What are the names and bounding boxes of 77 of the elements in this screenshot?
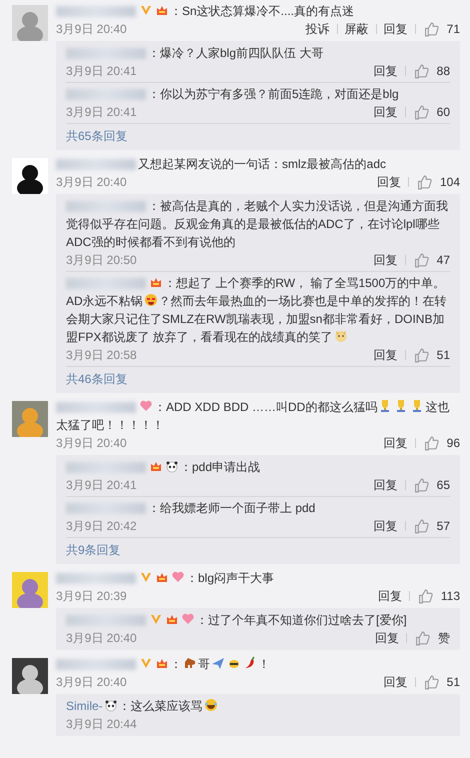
timestamp: 3月9日 20:40 (56, 674, 127, 690)
like-count: 51 (446, 675, 460, 689)
action-link[interactable]: 回复 (374, 252, 398, 268)
comment-text: ：被高估是真的，老贼个人实力没话说，但是沟通方面我觉得似乎存在问题。反观金角真的是最被低估的ADC了，在讨论lpl哪些ADC强的时候都看不到有说他的 (66, 198, 449, 251)
thumbs-up-icon[interactable] (414, 478, 429, 492)
comment-text: ：给我嫖老师一个面子带上 pdd (66, 499, 450, 517)
action-link[interactable]: 回复 (374, 62, 398, 80)
panda-icon (165, 459, 179, 473)
comment-text: ：ADD XDD BDD ……叫DD的都这么猛吗 这也太猛了吧！！！！！ (56, 398, 450, 434)
timestamp: 3月9日 20:39 (56, 588, 127, 604)
timestamp: 3月9日 20:58 (66, 346, 137, 364)
like-count: 60 (436, 105, 450, 119)
comment-text: 又想起某网友说的一句话：smlz最被高估的adc (56, 155, 460, 173)
like-count: 51 (436, 348, 450, 362)
comment-text: ：Sn这状态算爆冷不....真的有点迷 (56, 2, 460, 20)
thumbs-up-icon[interactable] (414, 518, 429, 534)
action-link[interactable]: 回复 (384, 20, 408, 38)
timestamp: 3月9日 20:40 (56, 174, 127, 190)
comment-text: ：blg闷声干大事 (56, 569, 460, 587)
like-count: 57 (436, 519, 450, 533)
like-count: 113 (440, 589, 460, 603)
comment-text: Simile- ：这么菜应该骂 (66, 697, 450, 715)
chili-pepper-icon (243, 656, 257, 670)
timestamp: 3月9日 20:41 (66, 62, 137, 80)
like-count: 96 (446, 436, 460, 450)
heart-eyes-emoji-icon (144, 293, 158, 307)
action-link[interactable]: 屏蔽 (344, 20, 369, 38)
thumbs-up-icon[interactable] (414, 348, 429, 362)
comment-text: ： 哥 ！ (56, 655, 460, 673)
like-count: 104 (440, 175, 460, 189)
comment-text: ：想起了 上个赛季的RW， 输了全骂1500万的中单。AD永远不粘锅 ？然而去年最热血的一场比赛也是中单的发挥的！在转会期大家只记住了SMLZ在RW凯瑞表现，加盟sn都非常看好，DOINB加盟FPX都说废了 放弃了，看看现在的战绩真的笑了 (66, 274, 448, 346)
thumbs-up-icon[interactable] (415, 630, 430, 646)
verified-v-icon (139, 570, 153, 584)
timestamp: 3月9日 20:41 (66, 104, 137, 120)
timestamp: 3月9日 20:50 (66, 252, 137, 268)
like-count: 65 (436, 478, 450, 492)
heart-icon (171, 570, 185, 584)
thumbs-up-icon[interactable] (424, 22, 439, 36)
thumbs-up-icon[interactable] (424, 674, 439, 690)
action-link[interactable]: 回复 (378, 588, 402, 604)
action-link[interactable]: 投诉 (306, 20, 330, 38)
thumbs-up-icon[interactable] (418, 588, 433, 604)
action-link[interactable]: 回复 (374, 476, 398, 494)
verified-v-icon (149, 612, 163, 626)
timestamp: 3月9日 20:44 (66, 716, 137, 732)
action-link[interactable]: 回复 (376, 174, 401, 190)
timestamp: 3月9日 20:40 (56, 434, 127, 452)
comment-text: ：爆冷？人家blg前四队队伍 大哥 (66, 44, 450, 62)
like-count: 71 (446, 22, 460, 36)
action-link[interactable]: 回复 (375, 630, 399, 646)
verified-v-icon (139, 656, 153, 670)
thumbs-up-icon[interactable] (414, 104, 429, 120)
panda-icon (104, 698, 118, 712)
heart-icon (181, 612, 195, 626)
thumbs-up-icon[interactable] (414, 252, 429, 268)
like-count: 47 (436, 253, 450, 267)
action-link[interactable]: 回复 (374, 104, 398, 120)
like-count: 88 (436, 64, 450, 78)
laughing-face-icon (204, 698, 218, 712)
heart-icon (139, 399, 153, 413)
airplane-icon (211, 656, 225, 670)
like-count: 赞 (438, 630, 450, 646)
action-link[interactable]: 回复 (384, 434, 408, 452)
thumbs-up-icon[interactable] (414, 64, 429, 78)
comment-text: ：你以为苏宁有多强？前面5连跪，对面还是blg (66, 85, 450, 103)
timestamp: 3月9日 20:41 (66, 476, 137, 494)
thumbs-up-icon[interactable] (416, 174, 432, 190)
timestamp: 3月9日 20:40 (66, 630, 137, 646)
timestamp: 3月9日 20:42 (66, 518, 137, 534)
verified-v-icon (139, 3, 153, 17)
action-link[interactable]: 回复 (374, 346, 398, 364)
action-link[interactable]: 回复 (374, 518, 398, 534)
comment-text: ：过了个年真不知道你们过啥去了[爱你] (66, 611, 450, 629)
comment-text: ：pdd申请出战 (66, 458, 450, 476)
thumbs-up-icon[interactable] (424, 436, 439, 450)
action-link[interactable]: 回复 (384, 674, 408, 690)
timestamp: 3月9日 20:40 (56, 20, 127, 38)
